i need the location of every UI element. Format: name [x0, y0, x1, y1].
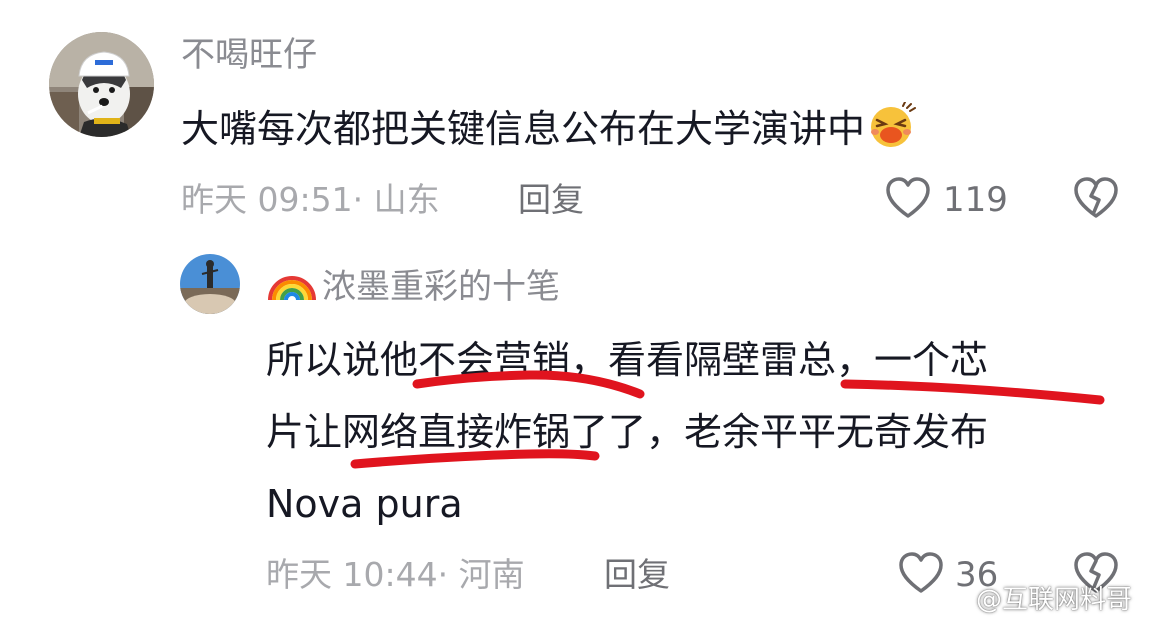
reply-reply-button[interactable]: 回复: [604, 555, 670, 595]
weibo-logo-icon: [938, 586, 972, 622]
broken-heart-icon[interactable]: [1072, 176, 1120, 220]
heart-outline-icon[interactable]: [884, 176, 932, 220]
comment-text: 大嘴每次都把关键信息公布在大学演讲中: [181, 101, 917, 158]
comment-body: 大嘴每次都把关键信息公布在大学演讲中: [181, 107, 866, 151]
comment-reply-button[interactable]: 回复: [518, 180, 584, 220]
watermark: @互联网料哥: [938, 584, 1132, 622]
comment-like-count: 119: [943, 180, 1008, 220]
red-annotation-underlines: [350, 370, 1105, 469]
comment-time-location: 昨天 09:51· 山东: [181, 180, 440, 219]
replier-avatar[interactable]: [180, 254, 240, 314]
reply-text-line-2: 片让网络直接炸锅了了，老余平平无奇发布: [266, 410, 989, 454]
laughing-emoji: [867, 101, 917, 158]
reply-time-location: 昨天 10:44· 河南: [266, 555, 525, 594]
watermark-text: @互联网料哥: [976, 585, 1133, 615]
commenter-username[interactable]: 不喝旺仔: [181, 35, 317, 75]
reply-text-line-3: Nova pura: [266, 482, 463, 526]
replier-username[interactable]: 浓墨重彩的十笔: [266, 266, 560, 311]
replier-name-text: 浓墨重彩的十笔: [322, 267, 560, 307]
rainbow-emoji: [266, 266, 318, 311]
reply-text-line-1: 所以说他不会营销，看看隔壁雷总，一个芯: [266, 338, 989, 382]
commenter-avatar[interactable]: [49, 32, 154, 137]
